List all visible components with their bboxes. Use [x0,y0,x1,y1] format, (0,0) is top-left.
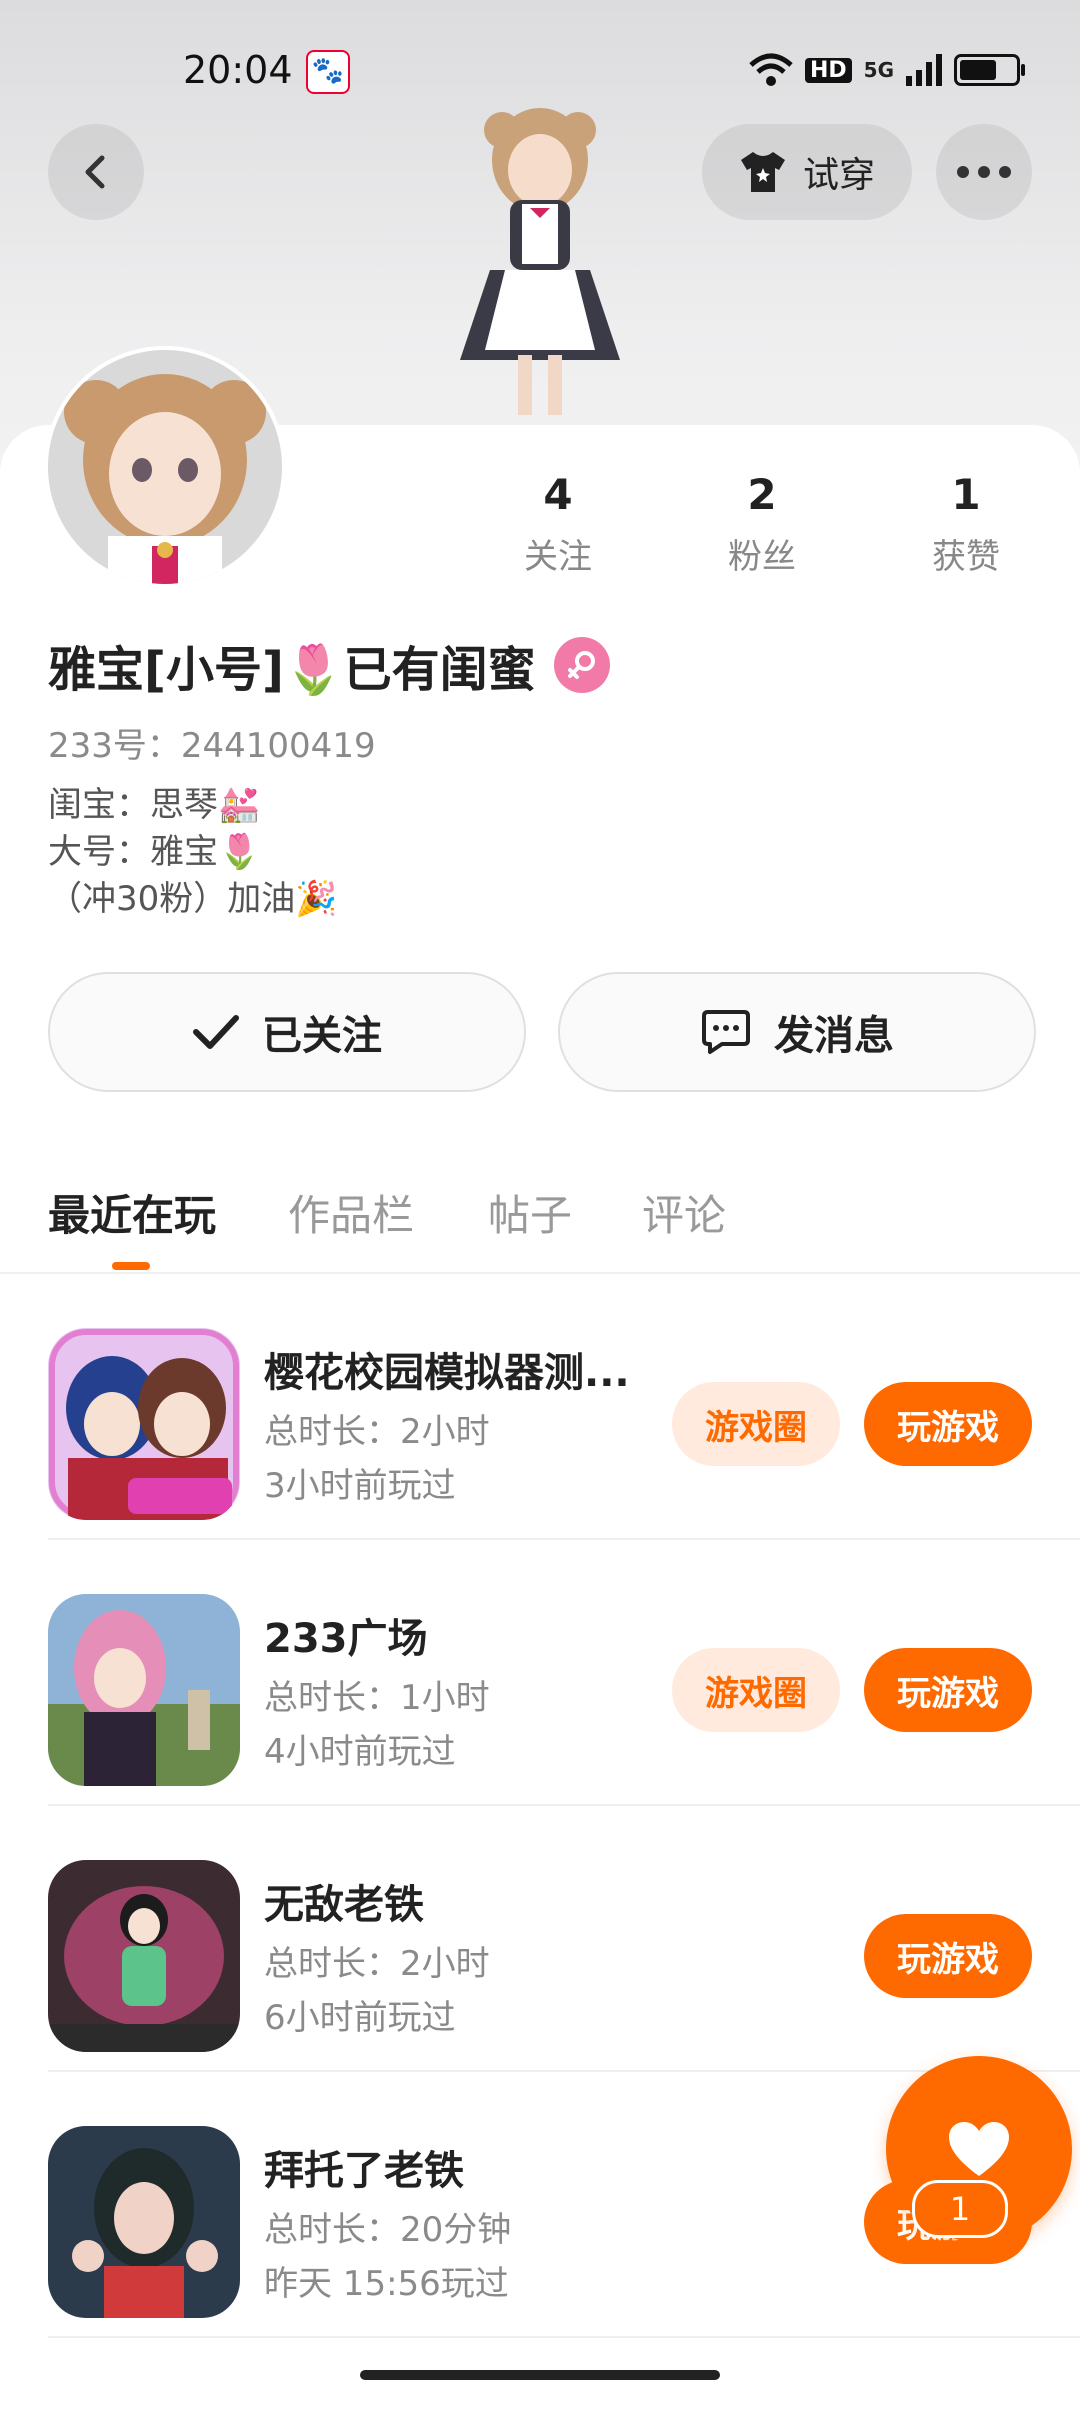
send-message-button[interactable]: 发消息 [558,972,1036,1092]
back-button[interactable] [48,124,144,220]
game-last-played: 昨天 15:56玩过 [264,2264,509,2304]
following-stat[interactable]: 4 关注 [488,470,628,578]
game-last-played: 4小时前玩过 [264,1732,456,1772]
followed-button[interactable]: 已关注 [48,972,526,1092]
game-total-duration: 总时长：20分钟 [264,2210,512,2250]
likes-count: 1 [951,470,981,519]
status-bar: 20:04 🐾 HD 5G [0,40,1080,100]
profile-tabs: 最近在玩 作品栏 帖子 评论 [0,1182,1080,1272]
status-time: 20:04 [183,48,293,92]
send-message-label: 发消息 [774,1013,894,1059]
game-name: 拜托了老铁 [264,2148,464,2194]
fans-count: 2 [747,470,777,519]
tab-comments[interactable]: 评论 [642,1182,726,1243]
avatar-image [48,350,282,584]
fans-stat[interactable]: 2 粉丝 [692,470,832,578]
profile-action-buttons: 已关注 发消息 [48,972,1036,1092]
game-icon-233-plaza [48,1594,240,1786]
game-list-item[interactable]: 无敌老铁 总时长：2小时 6小时前玩过 玩游戏 [0,1806,1080,2072]
play-game-button[interactable]: 玩游戏 [864,1914,1032,1998]
like-count-badge: 1 [912,2180,1008,2238]
home-indicator[interactable] [360,2370,720,2380]
game-circle-button[interactable]: 游戏圈 [672,1382,840,1466]
fans-label: 粉丝 [728,537,796,577]
game-total-duration: 总时长：1小时 [264,1678,490,1718]
play-game-button[interactable]: 玩游戏 [864,1648,1032,1732]
username-row: 雅宝[小号]🌷已有闺蜜 [48,630,610,700]
followed-label: 已关注 [262,1013,382,1059]
user-id: 233号：244100419 [48,726,376,766]
tab-works[interactable]: 作品栏 [288,1182,414,1243]
game-name: 樱花校园模拟器测... [264,1350,630,1396]
heart-icon [949,2122,1009,2176]
following-label: 关注 [524,537,592,577]
network-type-label: 5G [863,58,894,82]
tab-recently-played[interactable]: 最近在玩 [48,1182,216,1243]
game-icon-sakura-school [48,1328,240,1520]
battery-icon [954,54,1025,86]
game-name: 233广场 [264,1616,428,1662]
game-list-item[interactable]: 233广场 总时长：1小时 4小时前玩过 游戏圈 玩游戏 [0,1540,1080,1806]
signal-icon [906,54,942,86]
tab-posts[interactable]: 帖子 [488,1182,572,1243]
game-name: 无敌老铁 [264,1882,424,1928]
profile-avatar[interactable] [48,350,282,584]
game-icon-please-laotie [48,2126,240,2318]
game-total-duration: 总时长：2小时 [264,1944,490,1984]
checkmark-icon [193,1015,239,1049]
wifi-icon [749,53,793,86]
game-circle-button[interactable]: 游戏圈 [672,1648,840,1732]
game-list-item[interactable]: 樱花校园模拟器测... 总时长：2小时 3小时前玩过 游戏圈 玩游戏 [0,1274,1080,1540]
try-on-button[interactable]: 试穿 [702,124,912,220]
more-options-button[interactable] [936,124,1032,220]
tshirt-icon [740,152,785,192]
game-last-played: 3小时前玩过 [264,1466,456,1506]
avatar-3d-figure [460,108,620,415]
likes-label: 获赞 [932,537,1000,577]
female-gender-icon [553,637,610,693]
game-total-duration: 总时长：2小时 [264,1412,490,1452]
username: 雅宝[小号]🌷已有闺蜜 [48,642,536,698]
baidu-app-notification-icon: 🐾 [306,50,350,94]
list-divider [48,2336,1080,2338]
active-tab-indicator [112,1262,150,1270]
more-dots-icon [957,166,1011,178]
game-last-played: 6小时前玩过 [264,1998,456,2038]
play-game-button[interactable]: 玩游戏 [864,1382,1032,1466]
likes-stat[interactable]: 1 获赞 [896,470,1036,578]
chat-bubble-icon [702,1010,750,1054]
system-icons: HD 5G [749,48,1025,92]
user-bio: 闺宝：思琴💒 大号：雅宝🌷 （冲30粉）加油🎉 [48,785,338,919]
chevron-left-icon [85,155,105,189]
try-on-label: 试穿 [802,155,875,196]
game-icon-invincible-laotie [48,1860,240,2052]
hd-voice-icon: HD [804,57,852,83]
following-count: 4 [543,470,573,519]
